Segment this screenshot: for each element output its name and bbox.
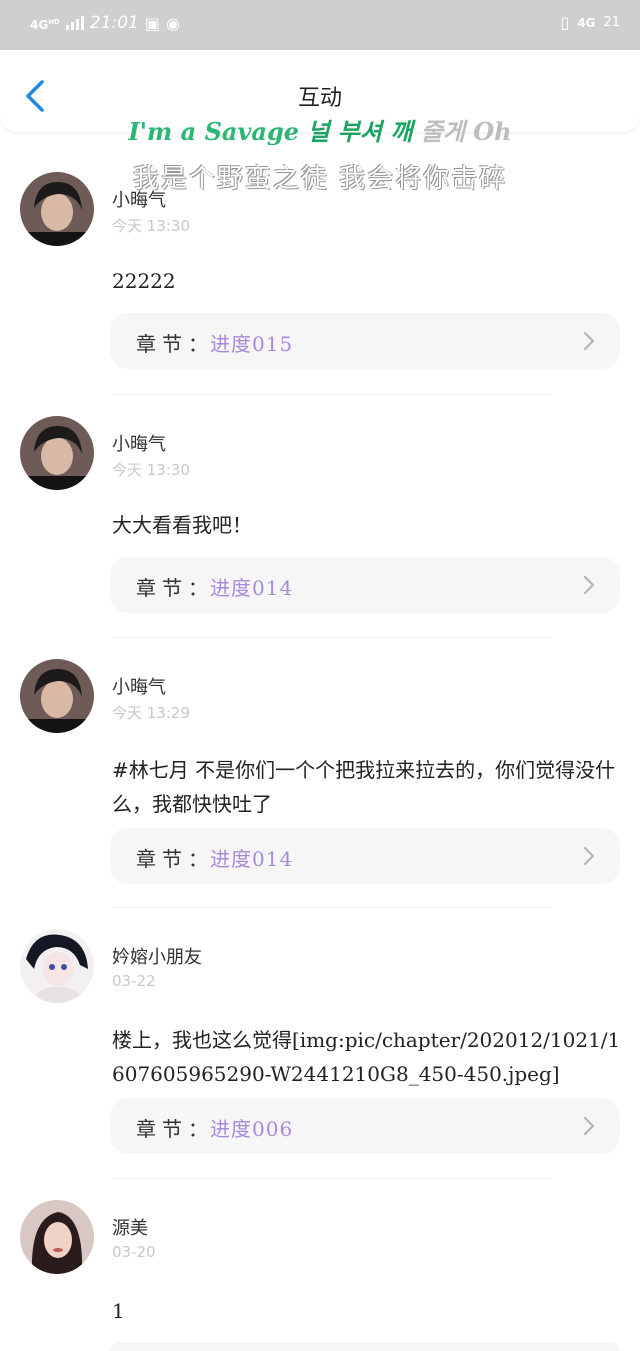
comment-text: 1: [112, 1299, 125, 1323]
status-bar: 4GHD 21:01 ▣ ◉ ▯ 4G 21: [0, 0, 640, 50]
comment-time: 今天 13:30: [112, 461, 190, 479]
right-network-label: 4G: [577, 15, 596, 30]
comment-author[interactable]: 小晦气: [112, 186, 166, 212]
chapter-label: 章节：: [136, 576, 214, 600]
avatar[interactable]: [20, 416, 94, 490]
gallery-icon: ▣: [144, 13, 160, 33]
battery-icon: 21: [603, 15, 620, 30]
avatar-dark-hair-icon: [20, 172, 94, 246]
chapter-link[interactable]: 章节： 进度014: [110, 557, 620, 613]
comment-text: #林七月 不是你们一个个把我拉来拉去的，你们觉得没什么，我都快快吐了: [112, 758, 616, 816]
battery-level: 21: [603, 15, 620, 30]
comment-time: 03-20: [112, 1243, 156, 1261]
browser-icon: ◉: [166, 13, 180, 33]
chapter-link[interactable]: [110, 1342, 620, 1351]
comment-text: 楼上，我也这么觉得[img:pic/chapter/202012/1021/16…: [112, 1028, 621, 1086]
comment-text: 大大看看我吧！: [112, 513, 252, 537]
chapter-link[interactable]: 章节： 进度015: [110, 313, 620, 369]
chapter-value: 进度006: [210, 1117, 294, 1141]
divider: [112, 1178, 552, 1179]
avatar[interactable]: [20, 929, 94, 1003]
chevron-right-icon: [583, 331, 595, 351]
avatar[interactable]: [20, 659, 94, 733]
signal-icon: [65, 16, 84, 30]
lyric-translation: 我是个野蛮之徒 我会将你击碎: [132, 164, 508, 194]
divider: [112, 394, 552, 395]
avatar-anime-girl-icon: [20, 929, 94, 1003]
chapter-value: 进度014: [210, 576, 294, 600]
avatar[interactable]: [20, 172, 94, 246]
comment-time: 今天 13:29: [112, 704, 190, 722]
avatar-dark-hair-icon: [20, 659, 94, 733]
chapter-link[interactable]: 章节： 进度014: [110, 828, 620, 884]
chapter-label: 章节：: [136, 847, 214, 871]
chapter-value: 进度015: [210, 332, 294, 356]
avatar-dark-hair-icon: [20, 416, 94, 490]
divider: [112, 907, 552, 908]
avatar-woman-icon: [20, 1200, 94, 1274]
comment-time: 今天 13:30: [112, 217, 190, 235]
comment-author[interactable]: 妗嫆小朋友: [112, 943, 202, 969]
page-title: 互动: [297, 86, 342, 111]
comment-author[interactable]: 源美: [112, 1214, 148, 1240]
comment-author[interactable]: 小晦气: [112, 673, 166, 699]
chapter-value: 进度014: [210, 847, 294, 871]
avatar[interactable]: [20, 1200, 94, 1274]
chapter-label: 章节：: [136, 332, 214, 356]
vibrate-icon: ▯: [560, 13, 570, 32]
chapter-label: 章节：: [136, 1117, 214, 1141]
lyric-overlay: I'm a Savage 널 부셔 깨 줄게 Oh: [0, 112, 640, 147]
lyric-part-2: 널 부셔 깨: [307, 117, 413, 146]
network-label: 4G: [30, 17, 49, 32]
status-time: 21:01: [89, 13, 139, 33]
comment-author[interactable]: 小晦气: [112, 430, 166, 456]
network-type: 4GHD: [30, 16, 60, 31]
chevron-right-icon: [583, 575, 595, 595]
lyric-part-1: I'm a Savage: [128, 117, 308, 146]
chapter-link[interactable]: 章节： 进度006: [110, 1098, 620, 1154]
chevron-right-icon: [583, 1116, 595, 1136]
divider: [112, 637, 552, 638]
comment-text: 22222: [112, 269, 176, 293]
chevron-right-icon: [583, 846, 595, 866]
lyric-part-3: 줄게 Oh: [412, 117, 512, 146]
comment-time: 03-22: [112, 972, 156, 990]
network-hd-label: HD: [48, 17, 60, 26]
